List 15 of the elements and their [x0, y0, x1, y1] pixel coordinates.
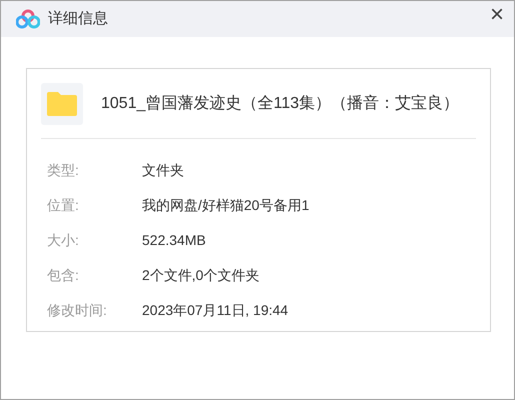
property-label: 位置:	[47, 196, 80, 215]
property-value: 我的网盘/好样猫20号备用1	[142, 196, 310, 215]
property-label: 包含:	[47, 266, 80, 285]
property-label: 大小:	[47, 231, 80, 250]
folder-icon	[41, 82, 83, 124]
property-value: 2023年07月11日, 19:44	[142, 301, 288, 320]
property-value: 2个文件,0个文件夹	[142, 266, 260, 285]
window-title: 详细信息	[48, 8, 109, 29]
property-label: 修改时间:	[47, 301, 108, 320]
cloud-logo-icon	[16, 9, 40, 29]
property-label: 类型:	[47, 161, 80, 180]
property-value: 文件夹	[142, 161, 184, 180]
property-value: 522.34MB	[142, 231, 206, 250]
close-button[interactable]: ×	[490, 3, 504, 27]
file-name: 1051_曾国藩发迹史（全113集）（播音：艾宝良）	[101, 94, 459, 114]
